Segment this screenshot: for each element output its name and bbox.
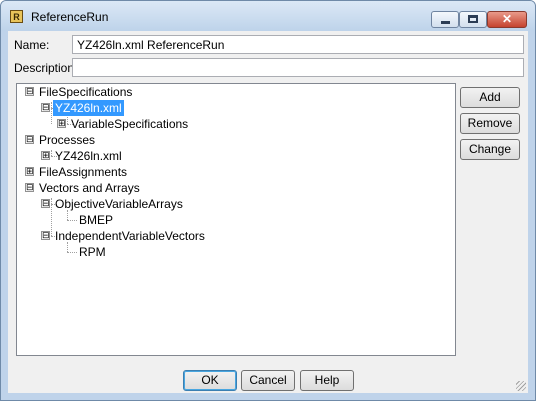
tree-node-file-assignments[interactable]: ⊞ FileAssignments xyxy=(17,164,455,180)
run-tree-view[interactable]: ⊟ FileSpecifications ⊟ YZ426ln.xml ⊞ Var… xyxy=(16,83,456,356)
help-button[interactable]: Help xyxy=(300,370,354,391)
tree-node-label: YZ426ln.xml xyxy=(55,149,122,163)
reference-run-window: R ReferenceRun ✕ Name: YZ426ln.xml Refer… xyxy=(0,0,536,401)
collapse-icon[interactable]: ⊟ xyxy=(41,103,50,112)
tree-node-processes[interactable]: ⊟ Processes xyxy=(17,132,455,148)
minimize-icon xyxy=(441,21,450,24)
tree-node-label: ObjectiveVariableArrays xyxy=(55,197,183,211)
expand-icon[interactable]: ⊞ xyxy=(25,167,34,176)
resize-grip-icon[interactable] xyxy=(516,381,526,391)
name-field[interactable]: YZ426ln.xml ReferenceRun xyxy=(72,35,524,54)
collapse-icon[interactable]: ⊟ xyxy=(25,135,34,144)
close-icon: ✕ xyxy=(501,12,513,26)
tree-node-label: IndependentVariableVectors xyxy=(55,229,205,243)
tree-node-variable-specifications[interactable]: ⊞ VariableSpecifications xyxy=(17,116,455,132)
tree-node-objective-variable-arrays[interactable]: ⊟ ObjectiveVariableArrays xyxy=(17,196,455,212)
window-title: ReferenceRun xyxy=(31,10,109,24)
tree-node-rpm[interactable]: RPM xyxy=(17,244,455,260)
maximize-button[interactable] xyxy=(459,11,487,28)
tree-node-label: FileAssignments xyxy=(39,165,128,179)
add-button[interactable]: Add xyxy=(460,87,520,108)
tree-node-label: RPM xyxy=(79,245,106,259)
tree-node-yz426ln-process[interactable]: ⊞ YZ426ln.xml xyxy=(17,148,455,164)
tree-node-label: BMEP xyxy=(79,213,114,227)
maximize-icon xyxy=(468,15,478,23)
run-app-icon: R xyxy=(10,10,23,23)
cancel-button[interactable]: Cancel xyxy=(241,370,295,391)
tree-node-yz426ln-spec[interactable]: ⊟ YZ426ln.xml xyxy=(17,100,455,116)
tree-node-independent-variable-vectors[interactable]: ⊟ IndependentVariableVectors xyxy=(17,228,455,244)
tree-node-bmep[interactable]: BMEP xyxy=(17,212,455,228)
tree-node-label: YZ426ln.xml xyxy=(53,100,124,116)
description-field[interactable] xyxy=(72,58,524,77)
collapse-icon[interactable]: ⊟ xyxy=(25,87,34,96)
collapse-icon[interactable]: ⊟ xyxy=(41,231,50,240)
title-bar[interactable]: R ReferenceRun ✕ xyxy=(1,1,535,31)
tree-node-vectors-and-arrays[interactable]: ⊟ Vectors and Arrays xyxy=(17,180,455,196)
change-button[interactable]: Change xyxy=(460,139,520,160)
ok-button[interactable]: OK xyxy=(183,370,237,391)
name-label: Name: xyxy=(14,38,50,52)
tree-node-label: Processes xyxy=(39,133,96,147)
minimize-button[interactable] xyxy=(431,11,459,28)
remove-button[interactable]: Remove xyxy=(460,113,520,134)
tree-node-label: Vectors and Arrays xyxy=(39,181,140,195)
tree-node-label: VariableSpecifications xyxy=(71,117,189,131)
expand-icon[interactable]: ⊞ xyxy=(57,119,66,128)
description-label: Description: xyxy=(14,61,78,75)
expand-icon[interactable]: ⊞ xyxy=(41,151,50,160)
tree-node-file-specifications[interactable]: ⊟ FileSpecifications xyxy=(17,84,455,100)
dialog-client-area: Name: YZ426ln.xml ReferenceRun Descripti… xyxy=(8,31,528,393)
tree-node-label: FileSpecifications xyxy=(39,85,133,99)
collapse-icon[interactable]: ⊟ xyxy=(25,183,34,192)
close-button[interactable]: ✕ xyxy=(487,11,527,28)
collapse-icon[interactable]: ⊟ xyxy=(41,199,50,208)
